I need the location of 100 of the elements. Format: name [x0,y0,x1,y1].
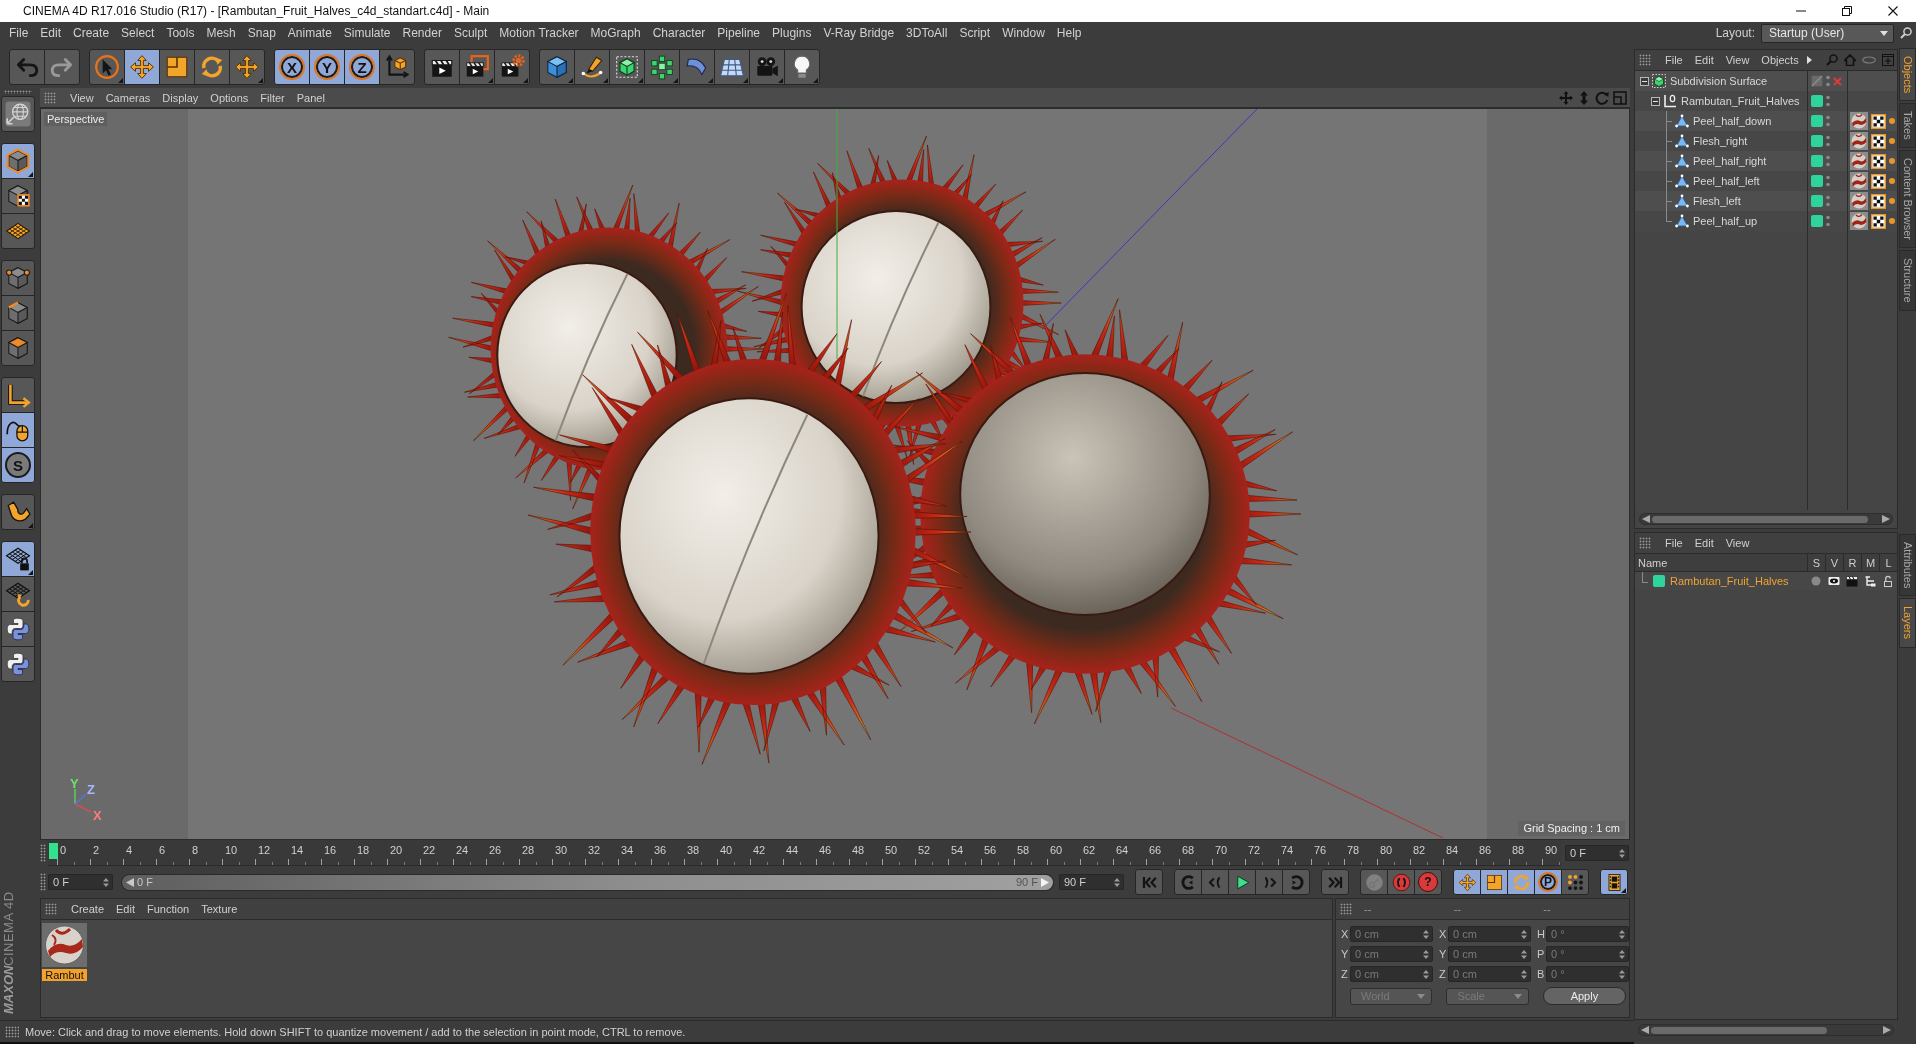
column-header[interactable]: S [1807,554,1825,571]
menu-item[interactable]: 3DToAll [900,24,954,42]
menu-item[interactable]: Options [204,89,255,106]
grip-icon[interactable] [45,903,57,915]
menu-item[interactable]: Filter [254,89,291,106]
workplane-lock-button[interactable] [1,541,35,577]
pen-button[interactable] [574,49,610,85]
material-name[interactable]: Rambut [42,969,87,981]
column-header[interactable]: L [1879,554,1897,571]
move-button[interactable] [1453,869,1481,895]
material-tag-icon[interactable] [1850,152,1868,170]
grip-icon[interactable] [5,1025,19,1038]
eye-icon[interactable] [1828,575,1840,587]
menu-item[interactable]: Render [396,24,448,42]
axis-lock-button[interactable]: X [274,49,310,85]
menu-item[interactable]: Script [953,24,997,42]
scale-button[interactable] [159,49,195,85]
undo-button[interactable] [9,49,45,85]
scroll-right-icon[interactable] [1883,1026,1891,1034]
visibility-dots-icon[interactable] [1826,195,1830,207]
menu-item[interactable]: Objects [1755,52,1805,68]
visibility-dots-icon[interactable] [1826,115,1830,127]
object-row[interactable]: Peel_half_down [1635,111,1897,131]
menu-item[interactable]: Edit [110,901,141,917]
go-to-end-button[interactable] [1321,869,1349,895]
menu-item[interactable]: Create [65,901,111,917]
scroll-left-icon[interactable] [1641,1026,1649,1034]
menu-item[interactable]: Create [67,24,116,42]
collapse-icon[interactable] [1640,76,1649,86]
scrollbar-thumb[interactable] [1652,515,1868,523]
panel-tab[interactable]: Takes [1899,103,1916,149]
axis-mode-button[interactable] [1,377,35,413]
menu-item[interactable]: V-Ray Bridge [817,24,901,42]
play-button[interactable] [1228,869,1256,895]
make-editable-button[interactable] [1,96,35,132]
deformer-button[interactable] [679,49,715,85]
edges-mode-button[interactable] [1,295,35,331]
menu-item[interactable]: Pipeline [711,24,767,42]
panel-tab[interactable]: Attributes [1899,534,1916,597]
menu-item[interactable]: Edit [1688,535,1720,551]
light-button[interactable] [784,49,820,85]
grip-icon[interactable] [4,90,32,94]
axis-lock-button[interactable]: Y [309,49,345,85]
checker-tag-icon[interactable] [1871,193,1886,209]
material-tag-icon[interactable] [1850,112,1868,130]
visibility-dots-icon[interactable] [1826,215,1830,227]
menu-item[interactable]: Select [115,24,161,42]
snap-button[interactable]: S [1,447,35,483]
column-header[interactable]: V [1825,554,1843,571]
checker-tag-icon[interactable] [1871,113,1886,129]
axis-lock-button[interactable]: Z [344,49,380,85]
polygons-mode-button[interactable] [1,330,35,366]
menu-item[interactable]: Simulate [337,24,397,42]
python-script-button[interactable] [1,646,35,682]
panel-tab[interactable]: Structure [1899,250,1916,311]
material-tag-icon[interactable] [1850,132,1868,150]
menu-item[interactable]: Edit [34,24,68,42]
point-level-button[interactable] [1561,869,1589,895]
menu-item[interactable]: Function [141,901,196,917]
grip-icon[interactable] [1639,54,1651,66]
tweak-mode-button[interactable] [1,412,35,448]
material-tag-icon[interactable] [1850,212,1868,230]
visibility-dots-icon[interactable] [1826,175,1830,187]
recent-tool-button[interactable] [229,49,265,85]
checker-tag-icon[interactable] [1871,133,1886,149]
move-button[interactable] [124,49,160,85]
grip-icon[interactable] [44,91,56,104]
workplane-mode-button[interactable] [1,213,35,249]
cloner-button[interactable] [644,49,680,85]
collapse-icon[interactable] [1651,96,1660,106]
start-frame-field[interactable]: 0 F [48,874,113,890]
selection-tool-button[interactable] [89,49,125,85]
viewport[interactable]: Perspective Y Z X Grid Spacing : 1 cm [40,108,1630,840]
material-tag-icon[interactable] [1850,192,1868,210]
column-header[interactable]: R [1843,554,1861,571]
object-row[interactable]: Peel_half_right [1635,151,1897,171]
object-row[interactable]: Subdivision Surface [1635,71,1897,91]
visibility-dots-icon[interactable] [1826,75,1830,87]
workplane-align-button[interactable] [1,576,35,612]
menu-item[interactable]: Tools [160,24,201,42]
scroll-right-icon[interactable] [1882,515,1890,523]
menu-item[interactable]: Window [996,24,1051,42]
menu-item[interactable]: Character [646,24,712,42]
submenu-arrow-icon[interactable] [1806,56,1812,64]
tag-dot-icon[interactable] [1889,118,1895,124]
scroll-left-icon[interactable] [1642,515,1650,523]
column-header[interactable]: Name [1635,554,1807,571]
tag-dot-icon[interactable] [1889,178,1895,184]
menu-item[interactable]: MoGraph [584,24,647,42]
render-picture-button[interactable] [459,49,495,85]
visibility-dots-icon[interactable] [1826,135,1830,147]
menu-item[interactable]: File [1659,535,1689,551]
menu-item[interactable]: Display [156,89,205,106]
model-mode-button[interactable] [1,143,35,179]
tag-dot-icon[interactable] [1889,158,1895,164]
checker-tag-icon[interactable] [1871,213,1886,229]
playhead-marker[interactable] [49,843,58,859]
menu-item[interactable]: View [64,89,100,106]
visibility-dots-icon[interactable] [1826,95,1830,107]
preview-range-slider[interactable]: 0 F 90 F [121,873,1054,891]
